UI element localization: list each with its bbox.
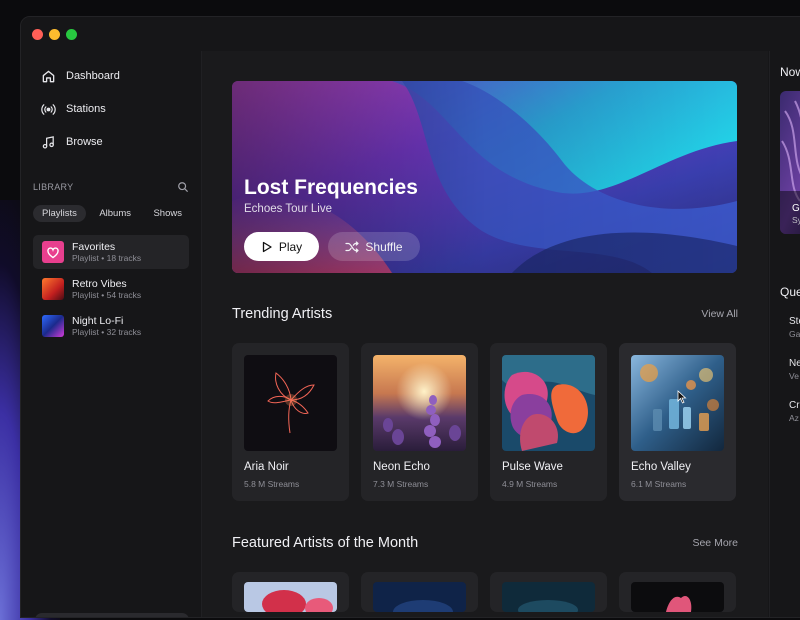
hero-title: Lost Frequencies [244, 176, 418, 199]
featured-artist-card[interactable] [361, 572, 478, 612]
playlist-thumbnail [42, 278, 64, 300]
play-icon [262, 241, 272, 252]
queue-track: Ne [789, 358, 800, 369]
artist-name: Aria Noir [244, 461, 289, 473]
app-window: Dashboard Stations Browse LIBRARY Playli… [20, 16, 800, 618]
sidebar-bottom-bar[interactable] [35, 613, 189, 617]
music-note-icon [42, 135, 54, 149]
search-icon[interactable] [177, 181, 189, 193]
shuffle-button[interactable]: Shuffle [328, 232, 420, 261]
artist-streams: 4.9 M Streams [502, 479, 558, 489]
artist-name: Neon Echo [373, 461, 430, 473]
broadcast-icon [41, 103, 56, 115]
chip-shows[interactable]: Shows [144, 205, 191, 222]
queue-artist: Ve [789, 371, 799, 381]
nav-label: Dashboard [66, 70, 120, 82]
playlist-item-night-lofi[interactable]: Night Lo-Fi Playlist • 32 tracks [33, 309, 189, 343]
artist-image [244, 355, 337, 451]
close-window-button[interactable] [32, 29, 43, 40]
now-playing-card[interactable]: G Sy [780, 91, 800, 234]
playlist-name: Night Lo-Fi [72, 314, 124, 327]
nav-item-dashboard[interactable]: Dashboard [41, 65, 120, 87]
artist-card[interactable]: Pulse Wave 4.9 M Streams [490, 343, 607, 501]
chip-albums[interactable]: Albums [90, 205, 140, 222]
artist-name: Pulse Wave [502, 461, 563, 473]
queue-track: Ste [789, 316, 800, 327]
artist-image [631, 582, 724, 612]
play-button[interactable]: Play [244, 232, 319, 261]
main-content: Lost Frequencies Echoes Tour Live Play S… [202, 51, 768, 617]
artist-streams: 5.8 M Streams [244, 479, 300, 489]
artist-card[interactable]: Neon Echo 7.3 M Streams [361, 343, 478, 501]
playlist-item-favorites[interactable]: Favorites Playlist • 18 tracks [33, 235, 189, 269]
heart-icon [47, 247, 59, 259]
view-all-link[interactable]: View All [701, 308, 738, 320]
artist-image [502, 582, 595, 612]
now-playing-track: G [792, 203, 800, 214]
queue-track: Cr [789, 400, 800, 411]
artist-card[interactable]: Echo Valley 6.1 M Streams [619, 343, 736, 501]
cursor-icon [677, 390, 687, 404]
queue-artist: Ga [789, 329, 800, 339]
queue-item[interactable]: Cr Az [789, 399, 800, 424]
artist-streams: 7.3 M Streams [373, 479, 429, 489]
trending-title: Trending Artists [232, 306, 333, 322]
library-header: LIBRARY [33, 181, 189, 193]
nav-item-browse[interactable]: Browse [41, 131, 103, 153]
playlist-thumbnail [42, 241, 64, 263]
hero-subtitle: Echoes Tour Live [244, 203, 333, 215]
featured-title: Featured Artists of the Month [232, 535, 419, 551]
playlist-meta: Playlist • 32 tracks [72, 326, 142, 337]
play-label: Play [278, 239, 303, 254]
nav-item-stations[interactable]: Stations [41, 98, 106, 120]
see-more-link[interactable]: See More [692, 537, 738, 549]
library-filter-chips: Playlists Albums Shows [33, 205, 191, 222]
shuffle-label: Shuffle [365, 239, 403, 254]
hero-banner: Lost Frequencies Echoes Tour Live Play S… [232, 81, 737, 273]
playlist-name: Retro Vibes [72, 277, 127, 290]
featured-artist-card[interactable] [619, 572, 736, 612]
artist-card[interactable]: Aria Noir 5.8 M Streams [232, 343, 349, 501]
queue-artist: Az [789, 413, 799, 423]
artist-image [373, 355, 466, 451]
queue-item[interactable]: Ne Ve [789, 357, 800, 382]
playlist-name: Favorites [72, 240, 116, 253]
chip-playlists[interactable]: Playlists [33, 205, 86, 222]
artist-image [244, 582, 337, 612]
sidebar: Dashboard Stations Browse LIBRARY Playli… [21, 51, 202, 617]
playlist-thumbnail [42, 315, 64, 337]
maximize-window-button[interactable] [66, 29, 77, 40]
queue-item[interactable]: Ste Ga [789, 315, 800, 340]
title-bar [21, 17, 800, 51]
playlist-meta: Playlist • 18 tracks [72, 252, 142, 263]
minimize-window-button[interactable] [49, 29, 60, 40]
nav-label: Stations [66, 103, 106, 115]
featured-artist-card[interactable] [490, 572, 607, 612]
artist-name: Echo Valley [631, 461, 691, 473]
playlist-meta: Playlist • 54 tracks [72, 289, 142, 300]
queue-title: Que [780, 285, 800, 299]
nav-label: Browse [66, 136, 103, 148]
now-playing-title: Now [780, 65, 800, 79]
library-label: LIBRARY [33, 182, 74, 192]
shuffle-icon [345, 240, 360, 253]
home-icon [42, 70, 55, 82]
now-playing-artist: Sy [792, 215, 800, 225]
artist-image [373, 582, 466, 612]
artist-streams: 6.1 M Streams [631, 479, 687, 489]
right-panel: Now G Sy Que Ste Ga [769, 51, 800, 617]
featured-artist-card[interactable] [232, 572, 349, 612]
artist-image [502, 355, 595, 451]
playlist-item-retro-vibes[interactable]: Retro Vibes Playlist • 54 tracks [33, 272, 189, 306]
